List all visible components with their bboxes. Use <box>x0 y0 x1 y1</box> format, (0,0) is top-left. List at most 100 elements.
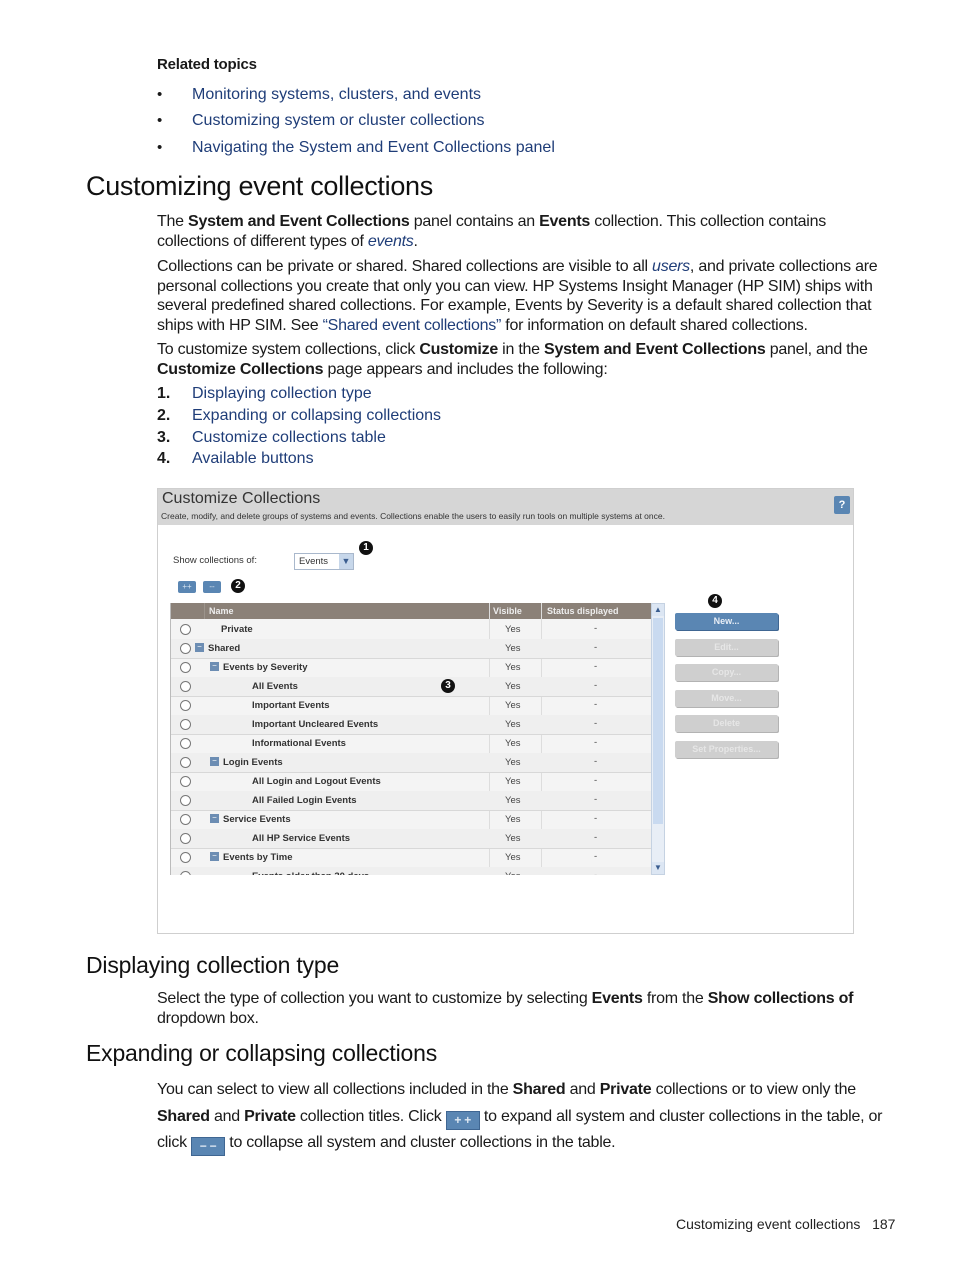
row-name: Events older than 30 days <box>252 871 369 875</box>
column-header-visible[interactable]: Visible <box>493 606 522 616</box>
link-available-buttons[interactable]: Available buttons <box>192 450 314 468</box>
events-link[interactable]: events <box>368 233 414 250</box>
expand-all-button[interactable]: ++ <box>178 581 196 593</box>
text: and <box>209 1107 245 1125</box>
collapse-toggle-icon[interactable]: − <box>210 852 219 861</box>
bold-text: Customize Collections <box>157 360 324 378</box>
table-row[interactable]: Important Uncleared Events Yes - <box>171 715 651 735</box>
row-radio-button[interactable] <box>180 719 191 730</box>
expanding-paragraph: You can select to view all collections i… <box>157 1077 899 1157</box>
collapse-toggle-icon[interactable]: − <box>210 757 219 766</box>
screenshot-subtitle: Create, modify, and delete groups of sys… <box>161 511 665 521</box>
table-row[interactable]: All HP Service Events Yes - <box>171 829 651 849</box>
table-row[interactable]: All Events Yes - <box>171 677 651 697</box>
table-row[interactable]: All Failed Login Events Yes - <box>171 791 651 811</box>
row-radio-button[interactable] <box>180 814 191 825</box>
text: and <box>565 1081 600 1098</box>
link-displaying-collection-type[interactable]: Displaying collection type <box>192 385 372 403</box>
text: in the <box>497 341 545 358</box>
text: dropdown box. <box>157 1009 259 1027</box>
bold-text: Show collections of <box>707 990 854 1007</box>
help-icon[interactable]: ? <box>834 496 850 514</box>
row-visible: Yes <box>505 738 521 749</box>
row-radio-button[interactable] <box>180 795 191 806</box>
row-status: - <box>594 756 598 767</box>
table-header: Name Visible Status displayed <box>171 603 651 619</box>
list-number: 4. <box>157 450 171 467</box>
scroll-down-icon[interactable]: ▼ <box>652 862 664 874</box>
callout-3: 3 <box>441 679 455 693</box>
list-number: 2. <box>157 407 171 424</box>
link-customize-collections-table[interactable]: Customize collections table <box>192 429 386 447</box>
collapse-toggle-icon[interactable]: − <box>210 662 219 671</box>
action-button-copy[interactable]: Copy... <box>675 664 778 681</box>
row-status: - <box>594 794 598 805</box>
collapse-all-button[interactable]: -- <box>203 581 221 593</box>
row-radio-button[interactable] <box>180 757 191 768</box>
table-row[interactable]: All Login and Logout Events Yes - <box>171 772 651 792</box>
column-header-status[interactable]: Status displayed <box>547 606 619 616</box>
row-status: - <box>594 642 598 653</box>
row-radio-button[interactable] <box>180 624 191 635</box>
shared-event-collections-link[interactable]: “Shared event collections” <box>323 317 502 334</box>
users-link[interactable]: users <box>652 258 690 275</box>
collapse-toggle-icon[interactable]: − <box>195 643 204 652</box>
action-button-move[interactable]: Move... <box>675 689 778 707</box>
table-row[interactable]: Important Events Yes - <box>171 696 651 716</box>
related-link-monitoring[interactable]: Monitoring systems, clusters, and events <box>192 86 481 104</box>
row-radio-button[interactable] <box>180 700 191 711</box>
row-visible: Yes <box>505 814 521 825</box>
table-row[interactable]: − Shared Yes - <box>171 639 651 659</box>
row-status: - <box>594 680 598 691</box>
row-name: All HP Service Events <box>252 833 351 844</box>
row-visible: Yes <box>505 871 521 875</box>
related-link-customizing-system[interactable]: Customizing system or cluster collection… <box>192 112 485 130</box>
scrollbar-thumb[interactable] <box>653 618 663 824</box>
row-visible: Yes <box>505 719 521 730</box>
text: collection titles. Click <box>295 1107 446 1125</box>
table-row[interactable]: − Events by Severity Yes - <box>171 658 651 678</box>
action-button-delete[interactable]: Delete <box>675 715 778 732</box>
column-header-name[interactable]: Name <box>209 606 234 616</box>
row-radio-button[interactable] <box>180 662 191 673</box>
row-radio-button[interactable] <box>180 776 191 787</box>
customize-paragraph: To customize system collections, click C… <box>157 340 899 379</box>
action-button-set-properties[interactable]: Set Properties... <box>675 740 778 758</box>
link-expanding-collapsing[interactable]: Expanding or collapsing collections <box>192 407 441 425</box>
row-radio-button[interactable] <box>180 738 191 749</box>
text: Select the type of collection you want t… <box>157 990 592 1007</box>
expand-all-icon: + + <box>445 1110 480 1130</box>
scroll-up-icon[interactable]: ▲ <box>652 604 664 616</box>
row-radio-button[interactable] <box>180 681 191 692</box>
row-name: Private <box>221 624 253 635</box>
text: page appears and includes the following: <box>323 360 608 378</box>
table-row[interactable]: Private Yes - <box>171 620 651 640</box>
row-radio-button[interactable] <box>180 833 191 844</box>
action-button-new[interactable]: New... <box>675 613 778 630</box>
table-row[interactable]: − Events by Time Yes - <box>171 848 651 868</box>
row-name: All Login and Logout Events <box>252 776 381 787</box>
row-status: - <box>594 699 598 710</box>
collapse-toggle-icon[interactable]: − <box>210 814 219 823</box>
bold-text: Events <box>539 213 591 230</box>
section-heading-customizing-event-collections: Customizing event collections <box>86 171 433 201</box>
section-heading-displaying-collection-type: Displaying collection type <box>86 952 340 978</box>
table-row[interactable]: − Service Events Yes - <box>171 810 651 830</box>
customize-collections-screenshot: Customize Collections Create, modify, an… <box>157 488 854 934</box>
related-link-navigating[interactable]: Navigating the System and Event Collecti… <box>192 139 555 157</box>
callout-2: 2 <box>231 579 245 593</box>
table-row[interactable]: − Login Events Yes - <box>171 753 651 773</box>
table-row[interactable]: Events older than 30 days Yes - <box>171 867 651 875</box>
row-radio-button[interactable] <box>180 852 191 863</box>
table-scrollbar[interactable]: ▲ ▼ <box>651 603 665 875</box>
action-button-edit[interactable]: Edit... <box>675 638 778 656</box>
row-radio-button[interactable] <box>180 871 191 875</box>
show-collections-select[interactable]: Events ▼ <box>294 553 354 570</box>
row-status: - <box>594 813 598 824</box>
related-topics-title: Related topics <box>157 56 257 73</box>
row-radio-button[interactable] <box>180 643 191 654</box>
bullet: • <box>157 86 163 103</box>
row-visible: Yes <box>505 643 521 654</box>
table-row[interactable]: Informational Events Yes - <box>171 734 651 754</box>
text: . <box>413 232 418 250</box>
